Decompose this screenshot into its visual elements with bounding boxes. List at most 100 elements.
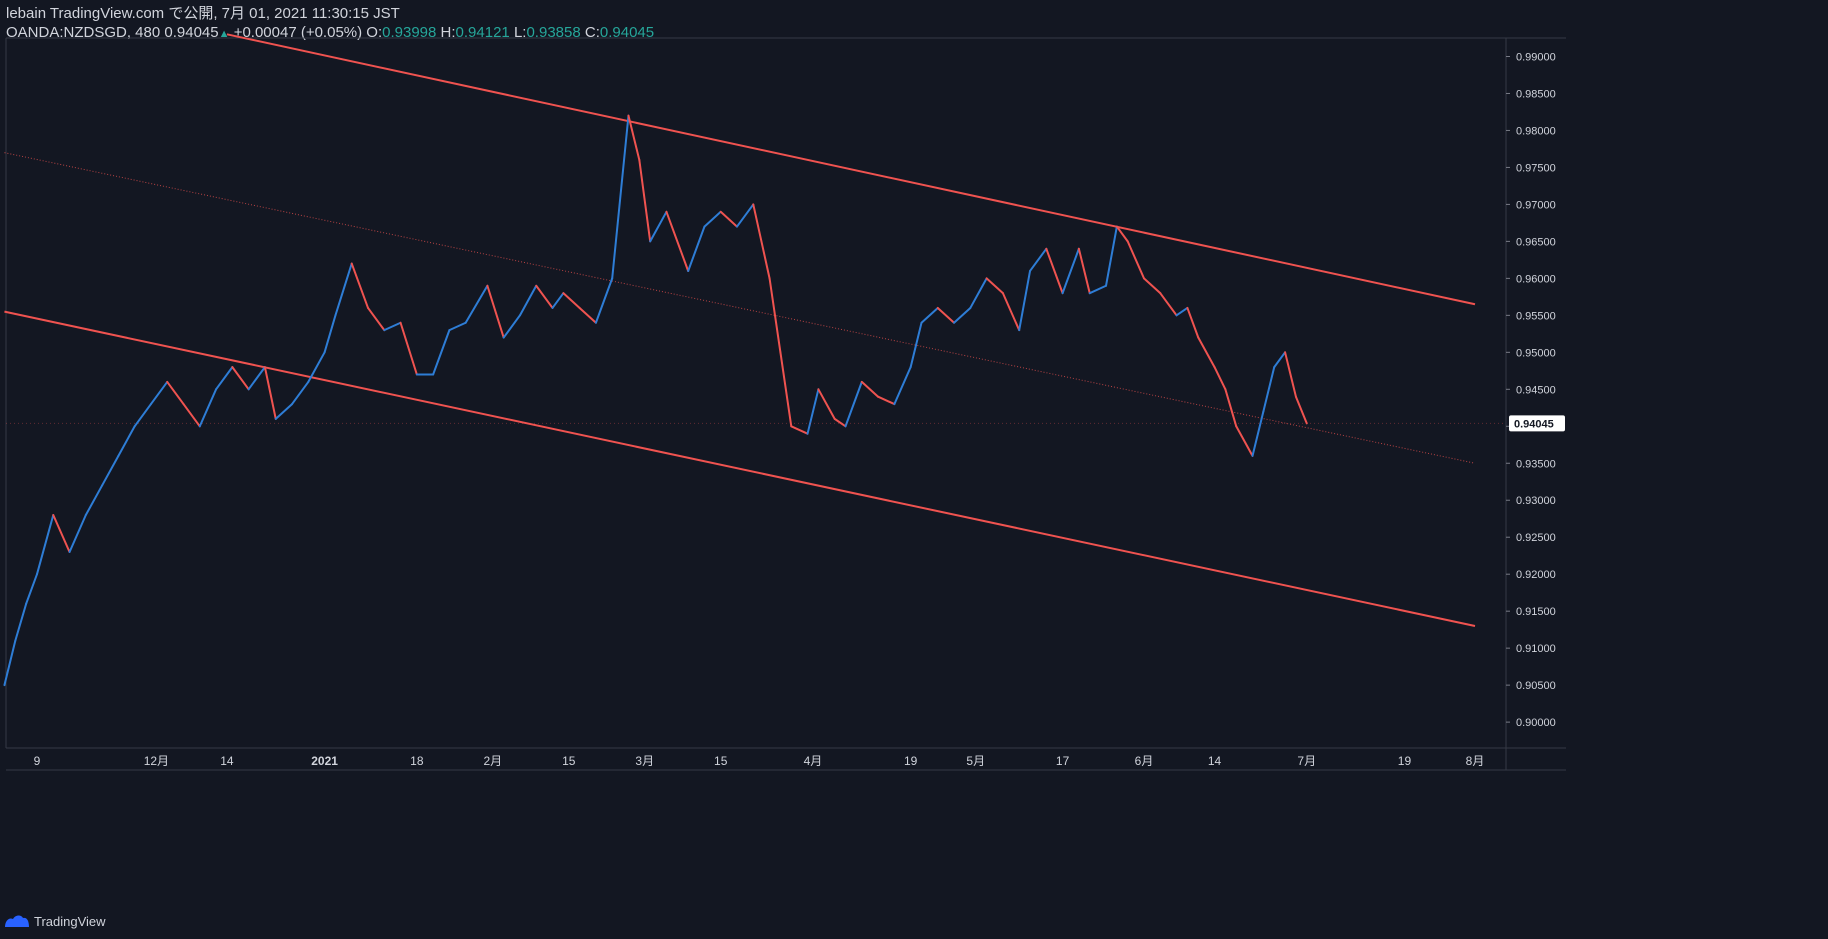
price-tick-label: 0.90500 — [1516, 680, 1556, 692]
price-segment — [649, 210, 668, 243]
price-segment — [562, 292, 581, 309]
price-segment — [752, 203, 771, 280]
price-segment — [535, 284, 554, 309]
price-chart[interactable]: 0.90000 0.90500 0.91000 0.91500 0.92000 0.925… — [0, 0, 1828, 939]
time-tick-label: 14 — [1208, 754, 1222, 768]
time-tick-label: 19 — [1398, 754, 1412, 768]
price-segment — [291, 380, 310, 406]
price-segment — [1126, 240, 1145, 280]
price-segment — [1273, 351, 1287, 369]
price-tick-label: 0.95500 — [1516, 310, 1556, 322]
price-segment — [790, 425, 809, 435]
price-segment — [806, 388, 820, 435]
price-segment — [893, 366, 912, 406]
price-segment — [909, 321, 923, 369]
channel-line-middle[interactable] — [4, 152, 1476, 464]
price-segment — [844, 380, 863, 428]
price-segment — [719, 210, 739, 228]
price-segment — [1175, 306, 1189, 317]
footer-brand[interactable]: TradingView — [4, 912, 106, 930]
price-segment — [551, 292, 565, 309]
time-tick-label: 9 — [34, 754, 41, 768]
price-tick-label: 0.90000 — [1516, 717, 1556, 729]
price-segment — [877, 395, 896, 406]
price-segment — [1077, 247, 1091, 295]
price-segment — [215, 366, 234, 391]
price-tick-label: 0.97000 — [1516, 199, 1556, 211]
time-tick-label: 7月 — [1297, 754, 1316, 768]
price-segment — [687, 225, 706, 272]
price-tick-label: 0.96500 — [1516, 236, 1556, 248]
price-tick-label: 0.95000 — [1516, 347, 1556, 359]
price-segment — [985, 277, 1004, 295]
time-tick-label: 14 — [220, 754, 234, 768]
channel-line-upper[interactable] — [226, 33, 1476, 306]
price-segment — [231, 366, 250, 391]
price-segment — [52, 514, 71, 554]
time-tick-label: 6月 — [1135, 754, 1154, 768]
price-segment — [518, 284, 538, 317]
price-segment — [1105, 225, 1118, 287]
price-tick-label: 0.97500 — [1516, 162, 1556, 174]
price-segment — [486, 284, 505, 339]
price-segment — [1186, 306, 1200, 339]
price-segment — [768, 277, 782, 354]
price-segment — [263, 366, 277, 420]
channel-line-lower[interactable] — [4, 310, 1476, 627]
price-segment — [665, 210, 690, 272]
price-segment — [1029, 247, 1048, 272]
price-segment — [1142, 277, 1162, 295]
price-segment — [84, 484, 104, 517]
price-segment — [149, 380, 169, 406]
price-tick-label: 0.98000 — [1516, 125, 1556, 137]
price-segment — [350, 262, 370, 309]
tradingview-logo-icon — [5, 915, 29, 927]
price-segment — [1159, 292, 1178, 317]
price-segment — [1197, 336, 1216, 369]
price-segment — [1045, 247, 1064, 295]
time-tick-label: 2月 — [483, 754, 502, 768]
price-segment — [1001, 292, 1021, 332]
price-segment — [736, 203, 755, 228]
price-segment — [1251, 410, 1265, 457]
price-segment — [578, 306, 597, 324]
time-tick-label: 8月 — [1466, 754, 1485, 768]
price-segment — [860, 380, 880, 398]
time-tick-label: 4月 — [804, 754, 823, 768]
price-segment — [432, 329, 451, 376]
price-segment — [14, 602, 28, 642]
price-segment — [198, 388, 218, 428]
time-tick-label: 15 — [714, 754, 728, 768]
price-segment — [247, 366, 266, 391]
price-segment — [969, 277, 988, 309]
price-segment — [182, 403, 201, 428]
time-tick-label: 17 — [1056, 754, 1070, 768]
time-tick-label: 12月 — [144, 754, 169, 768]
footer-brand-label: TradingView — [34, 913, 106, 929]
price-segment — [68, 514, 87, 554]
price-tick-label: 0.92000 — [1516, 569, 1556, 581]
price-segment — [703, 210, 722, 228]
price-tick-label: 0.91000 — [1516, 643, 1556, 655]
time-tick-label: 19 — [904, 754, 918, 768]
price-tick-label: 0.98500 — [1516, 88, 1556, 100]
price-segment — [1213, 366, 1227, 391]
price-segment — [117, 425, 136, 457]
price-tick-label: 0.93000 — [1516, 495, 1556, 507]
price-segment — [166, 380, 185, 406]
price-segment — [274, 403, 294, 420]
price-segment — [1284, 351, 1297, 398]
price-segment — [1262, 366, 1276, 413]
price-tick-label: 0.94500 — [1516, 384, 1556, 396]
time-tick-label: 3月 — [635, 754, 654, 768]
price-segment — [817, 388, 836, 420]
price-segment — [1061, 247, 1080, 295]
time-tick-label: 2021 — [311, 754, 338, 768]
time-tick-label: 15 — [562, 754, 576, 768]
price-segment — [101, 454, 120, 487]
price-segment — [611, 114, 630, 280]
price-segment — [1294, 395, 1308, 425]
price-segment — [936, 306, 956, 324]
price-tick-label: 0.93500 — [1516, 458, 1556, 470]
price-segment — [323, 314, 337, 354]
